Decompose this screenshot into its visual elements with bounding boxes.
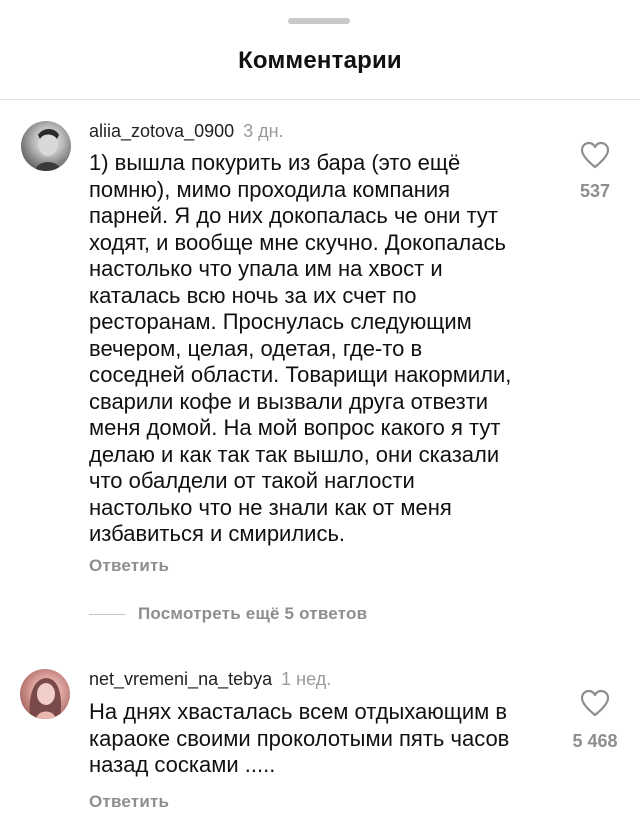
comments-sheet: Комментарии aliia_zotova_0900 3 дн. 1) в…	[0, 0, 640, 828]
comment-timestamp: 3 дн.	[243, 121, 284, 141]
reply-button[interactable]: Ответить	[89, 556, 169, 576]
sheet-grabber-handle[interactable]	[288, 18, 350, 24]
like-count: 537	[579, 181, 611, 201]
reply-button[interactable]: Ответить	[89, 792, 169, 812]
comment-username[interactable]: net_vremeni_na_tebya	[89, 669, 272, 689]
heart-icon[interactable]	[580, 141, 610, 169]
comment-text: 1) вышла покурить из бара (это ещё помню…	[89, 150, 512, 546]
comment-timestamp: 1 нед.	[281, 669, 332, 689]
avatar-user-photo-icon	[29, 678, 62, 719]
avatar-user-photo-icon	[35, 129, 61, 171]
view-replies-line	[89, 613, 126, 615]
commenter-avatar[interactable]	[20, 669, 70, 719]
view-replies-label: Посмотреть ещё 5 ответов	[138, 604, 368, 623]
comment-meta: net_vremeni_na_tebya 1 нед.	[89, 669, 331, 690]
heart-icon[interactable]	[580, 689, 610, 717]
comment-meta: aliia_zotova_0900 3 дн.	[89, 121, 284, 142]
like-control: 5 468	[555, 689, 635, 752]
view-more-replies-button[interactable]: Посмотреть ещё 5 ответов	[89, 603, 367, 625]
header-divider	[0, 99, 640, 100]
comment-text: На днях хвасталась всем отдыхающим в кар…	[89, 699, 510, 777]
like-control: 537	[555, 141, 635, 202]
commenter-avatar[interactable]	[21, 121, 71, 171]
comment-username[interactable]: aliia_zotova_0900	[89, 121, 234, 141]
like-count: 5 468	[572, 731, 618, 751]
sheet-title: Комментарии	[238, 47, 402, 74]
